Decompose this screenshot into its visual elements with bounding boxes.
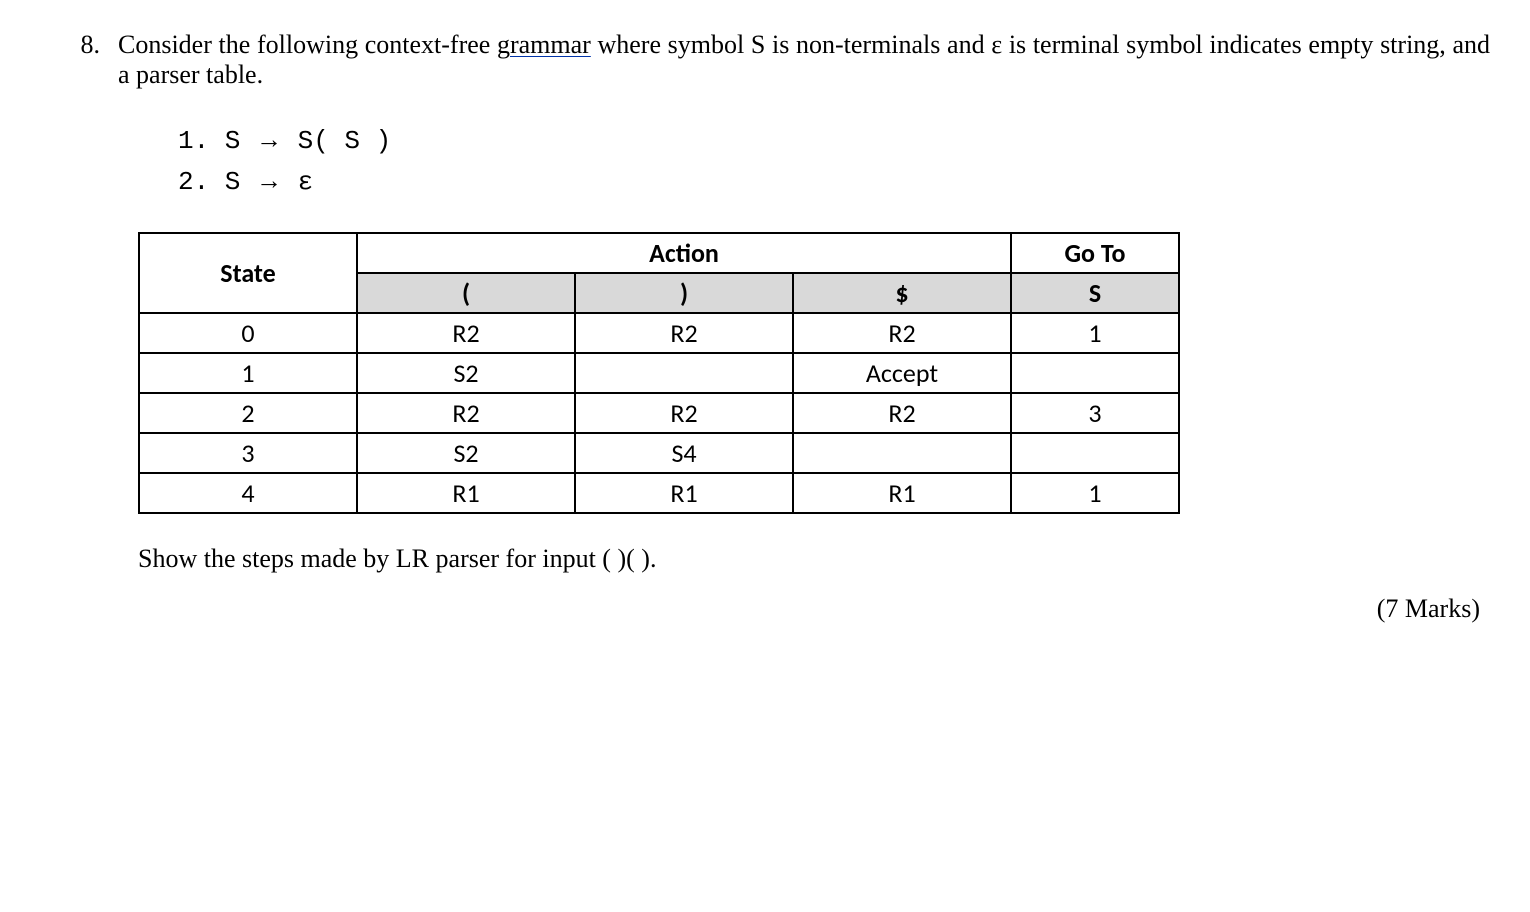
subheader-lparen: ( xyxy=(357,273,575,313)
cell-rparen: R2 xyxy=(575,393,793,433)
cell-rparen: R1 xyxy=(575,473,793,513)
cell-S xyxy=(1011,353,1179,393)
table-row: 4 R1 R1 R1 1 xyxy=(139,473,1179,513)
cell-rparen: S4 xyxy=(575,433,793,473)
cell-lparen: R2 xyxy=(357,313,575,353)
cell-rparen xyxy=(575,353,793,393)
question-text-part1: Consider the following context-free xyxy=(118,30,497,59)
parser-table: State Action Go To ( ) $ S 0 R2 R2 R2 1 … xyxy=(138,232,1180,514)
subheader-dollar: $ xyxy=(793,273,1011,313)
cell-dollar: R1 xyxy=(793,473,1011,513)
grammar-line1-prefix: 1. S xyxy=(178,126,256,156)
grammar-line1-rhs: S( S ) xyxy=(282,126,391,156)
cell-state: 3 xyxy=(139,433,357,473)
table-row: 2 R2 R2 R2 3 xyxy=(139,393,1179,433)
cell-state: 1 xyxy=(139,353,357,393)
question-block: 8. Consider the following context-free g… xyxy=(50,30,1490,624)
cell-state: 0 xyxy=(139,313,357,353)
cell-S xyxy=(1011,433,1179,473)
grammar-line-2: 2. S → ε xyxy=(178,161,1490,202)
marks-text: (7 Marks) xyxy=(118,594,1490,624)
cell-S: 1 xyxy=(1011,473,1179,513)
header-action: Action xyxy=(357,233,1011,273)
table-row: 0 R2 R2 R2 1 xyxy=(139,313,1179,353)
header-state: State xyxy=(139,233,357,313)
instruction-text: Show the steps made by LR parser for inp… xyxy=(138,544,1490,574)
grammar-line2-prefix: 2. S xyxy=(178,167,256,197)
question-body: Consider the following context-free gram… xyxy=(118,30,1490,624)
cell-S: 1 xyxy=(1011,313,1179,353)
subheader-S: S xyxy=(1011,273,1179,313)
cell-S: 3 xyxy=(1011,393,1179,433)
cell-dollar xyxy=(793,433,1011,473)
cell-dollar: Accept xyxy=(793,353,1011,393)
subheader-rparen: ) xyxy=(575,273,793,313)
arrow-icon: → xyxy=(256,166,282,195)
cell-dollar: R2 xyxy=(793,393,1011,433)
grammar-rules: 1. S → S( S ) 2. S → ε xyxy=(178,120,1490,202)
question-number: 8. xyxy=(50,30,118,60)
table-header-row-1: State Action Go To xyxy=(139,233,1179,273)
cell-state: 4 xyxy=(139,473,357,513)
cell-lparen: S2 xyxy=(357,433,575,473)
cell-state: 2 xyxy=(139,393,357,433)
question-underlined-word: grammar xyxy=(497,30,591,59)
table-row: 3 S2 S4 xyxy=(139,433,1179,473)
arrow-icon: → xyxy=(256,125,282,154)
table-row: 1 S2 Accept xyxy=(139,353,1179,393)
cell-dollar: R2 xyxy=(793,313,1011,353)
cell-lparen: R2 xyxy=(357,393,575,433)
grammar-line-1: 1. S → S( S ) xyxy=(178,120,1490,161)
cell-lparen: S2 xyxy=(357,353,575,393)
grammar-line2-rhs: ε xyxy=(282,167,313,197)
cell-rparen: R2 xyxy=(575,313,793,353)
cell-lparen: R1 xyxy=(357,473,575,513)
header-goto: Go To xyxy=(1011,233,1179,273)
